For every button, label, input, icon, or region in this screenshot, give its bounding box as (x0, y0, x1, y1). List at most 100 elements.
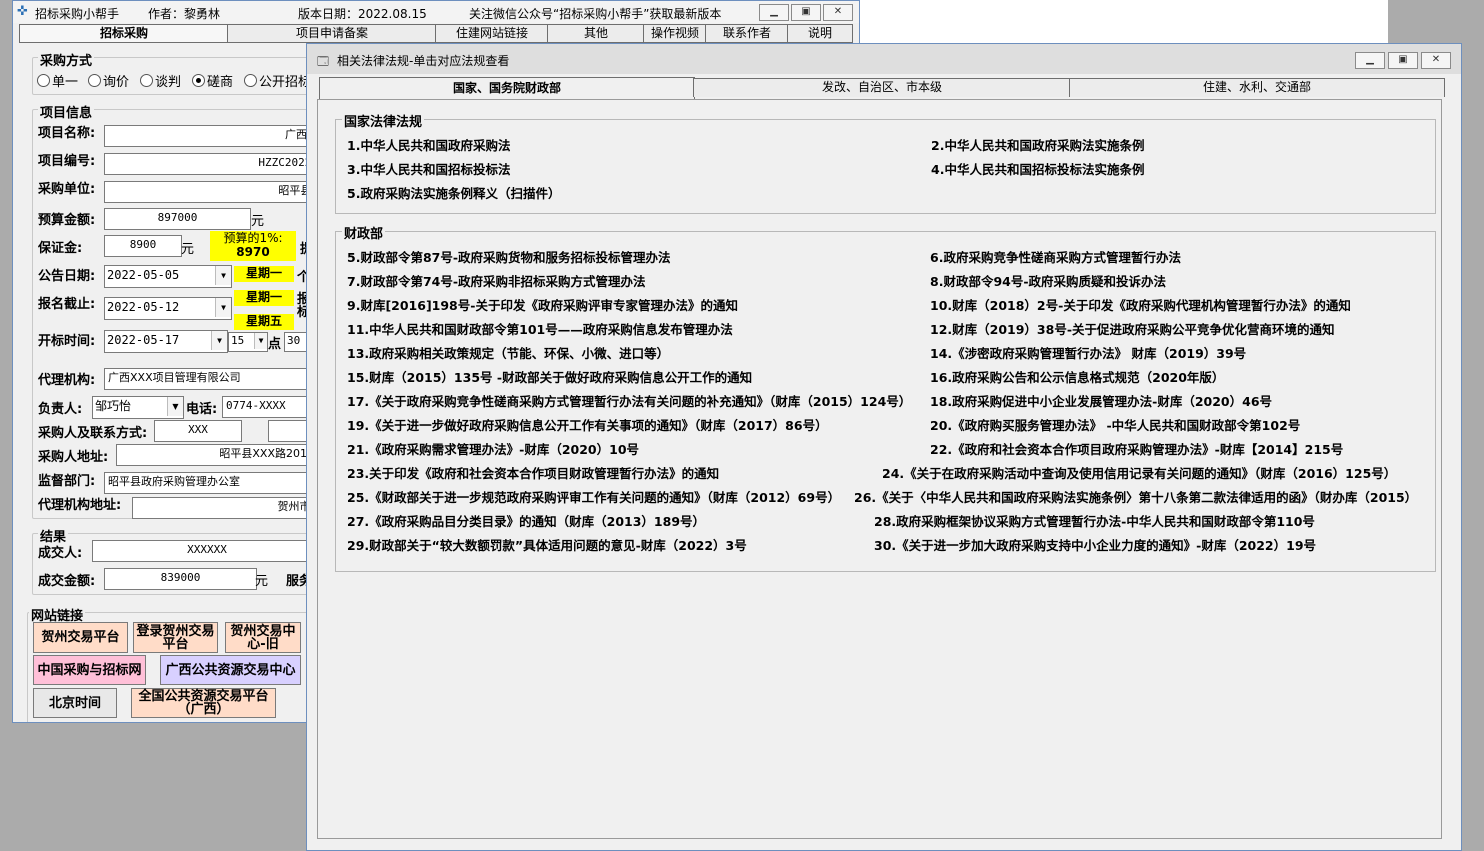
minimize-button[interactable]: ▁ (759, 4, 789, 21)
deposit-input[interactable]: 8900 (104, 235, 182, 257)
law-minimize-button[interactable]: ▁ (1355, 52, 1385, 69)
law-close-button[interactable]: ✕ (1421, 52, 1451, 69)
link-china-procurement[interactable]: 中国采购与招标网 (33, 655, 146, 685)
law-item-finance-22[interactable]: 26.《关于〈中华人民共和国政府采购法实施条例〉第十八条第二款法律适用的函》（财… (854, 487, 1417, 506)
law-item-finance-21[interactable]: 25.《财政部关于进一步规范政府采购评审工作有关问题的通知》（财库（2012）6… (347, 487, 840, 506)
signup-deadline-label: 报名截止: (38, 297, 96, 312)
radio-single[interactable] (37, 74, 50, 87)
law-item-finance-4[interactable]: 8.财政部令94号-政府采购质疑和投诉办法 (930, 271, 1166, 290)
law-item-finance-5[interactable]: 9.财库[2016]198号-关于印发《政府采购评审专家管理办法》的通知 (347, 295, 738, 314)
law-item-finance-3[interactable]: 7.财政部令第74号-政府采购非招标采购方式管理办法 (347, 271, 646, 290)
minimize-icon: ▁ (1366, 54, 1374, 65)
law-item-finance-17[interactable]: 21.《政府采购需求管理办法》-财库（2020）10号 (347, 439, 639, 458)
radio-single-label: 单一 (52, 75, 79, 90)
phone-label: 电话: (186, 402, 218, 417)
law-item-finance-19[interactable]: 23.关于印发《政府和社会资本合作项目财政管理暂行办法》的通知 (347, 463, 719, 482)
buyer-contact-input[interactable]: XXX (154, 420, 242, 442)
agency-input[interactable]: 广西XXX项目管理有限公司 (104, 368, 322, 390)
law-item-finance-26[interactable]: 30.《关于进一步加大政府采购支持中小企业力度的通知》-财库（2022）19号 (874, 535, 1316, 554)
law-tab-national[interactable]: 国家、国务院财政部 (319, 77, 695, 99)
beijing-time-button[interactable]: 北京时间 (33, 688, 117, 718)
agency-address-input[interactable]: 贺州市X (132, 497, 322, 519)
tab-video[interactable]: 操作视频 (643, 24, 707, 43)
radio-inquiry[interactable] (88, 74, 101, 87)
law-content: 国家法律法规 财政部 1.中华人民共和国政府采购法 2.中华人民共和国政府采购法实… (317, 99, 1442, 839)
open-date-value: 2022-05-17 (107, 333, 180, 347)
link-hezhou-platform[interactable]: 贺州交易平台 (33, 622, 128, 653)
law-tab-provincial[interactable]: 发改、自治区、市本级 (693, 78, 1071, 97)
law-item-finance-8[interactable]: 12.财库（2019）38号-关于促进政府采购公平竞争优化营商环境的通知 (930, 319, 1335, 338)
radio-public-tender[interactable] (244, 74, 257, 87)
winner-input[interactable]: XXXXXX (92, 540, 322, 562)
agency-label: 代理机构: (38, 373, 96, 388)
signup-deadline-picker[interactable]: 2022-05-12 ▼ (104, 297, 232, 320)
notice-date-picker[interactable]: 2022-05-05 ▼ (104, 265, 232, 288)
law-item-finance-11[interactable]: 15.财库（2015）135号 -财政部关于做好政府采购信息公开工作的通知 (347, 367, 752, 386)
law-item-finance-9[interactable]: 13.政府采购相关政策规定（节能、环保、小微、进口等） (347, 343, 669, 362)
law-item-finance-16[interactable]: 20.《政府购买服务管理办法》 -中华人民共和国财政部令第102号 (930, 415, 1300, 434)
law-item-finance-23[interactable]: 27.《政府采购品目分类目录》的通知（财库（2013）189号） (347, 511, 705, 530)
version-label: 版本日期：2022.08.15 (298, 7, 427, 21)
purchase-method-title: 采购方式 (38, 50, 95, 69)
tab-housing-links[interactable]: 住建网站链接 (435, 24, 549, 43)
link-hezhou-login[interactable]: 登录贺州交易平台 (133, 622, 218, 653)
law-item-finance-12[interactable]: 16.政府采购公告和公示信息格式规范（2020年版） (930, 367, 1224, 386)
radio-inquiry-label: 询价 (103, 75, 130, 90)
agency-address-label: 代理机构地址: (38, 498, 122, 513)
law-item-finance-15[interactable]: 19.《关于进一步做好政府采购信息公开工作有关事项的通知》（财库（2017）86… (347, 415, 828, 434)
law-item-national-2[interactable]: 2.中华人民共和国政府采购法实施条例 (931, 135, 1144, 154)
supervisor-label: 监督部门: (38, 474, 96, 489)
radio-negotiation[interactable] (140, 74, 153, 87)
project-name-input[interactable]: 广西昭 (104, 125, 322, 147)
open-date-picker[interactable]: 2022-05-17 ▼ (104, 330, 228, 353)
tab-project-filing[interactable]: 项目申请备案 (227, 24, 437, 43)
open-time-label: 开标时间: (38, 334, 96, 349)
law-item-finance-18[interactable]: 22.《政府和社会资本合作项目政府采购管理办法》-财库【2014】215号 (930, 439, 1343, 458)
purchase-unit-input[interactable]: 昭平县X (104, 181, 322, 203)
tab-other[interactable]: 其他 (547, 24, 645, 43)
author-label: 作者：黎勇林 (148, 7, 221, 21)
law-item-finance-1[interactable]: 5.财政部令第87号-政府采购货物和服务招标投标管理办法 (347, 247, 671, 266)
deposit-label: 保证金: (38, 241, 83, 256)
close-button[interactable]: ✕ (823, 4, 853, 21)
law-item-national-4[interactable]: 4.中华人民共和国招标投标法实施条例 (931, 159, 1144, 178)
close-icon: ✕ (833, 6, 843, 17)
law-item-finance-10[interactable]: 14.《涉密政府采购管理暂行办法》 财库（2019）39号 (930, 343, 1246, 362)
hour-unit: 点 (268, 337, 282, 352)
maximize-button[interactable]: ▣ (791, 4, 821, 21)
budget-input[interactable]: 897000 (104, 208, 251, 230)
link-guangxi-resource[interactable]: 广西公共资源交易中心 (160, 655, 301, 685)
link-hezhou-old[interactable]: 贺州交易中心-旧 (225, 622, 301, 653)
buyer-address-label: 采购人地址: (38, 450, 109, 465)
notice-weekday: 星期一 (234, 266, 294, 282)
open-hour-select[interactable]: 15 ▼ (228, 332, 268, 352)
law-item-national-1[interactable]: 1.中华人民共和国政府采购法 (347, 135, 510, 154)
law-item-national-3[interactable]: 3.中华人民共和国招标投标法 (347, 159, 510, 178)
law-item-finance-2[interactable]: 6.政府采购竞争性磋商采购方式管理暂行办法 (930, 247, 1181, 266)
project-code-label: 项目编号: (38, 154, 96, 169)
law-item-finance-25[interactable]: 29.财政部关于“较大数额罚款”具体适用问题的意见-财库（2022）3号 (347, 535, 747, 554)
law-tab-construction[interactable]: 住建、水利、交通部 (1069, 78, 1445, 97)
deal-amount-input[interactable]: 839000 (104, 568, 257, 590)
law-item-finance-24[interactable]: 28.政府采购框架协议采购方式管理暂行办法-中华人民共和国财政部令第110号 (874, 511, 1315, 530)
law-item-finance-13[interactable]: 17.《关于政府采购竞争性磋商采购方式管理暂行办法有关问题的补充通知》（财库（2… (347, 391, 911, 410)
project-code-input[interactable]: HZZC2022- (104, 153, 322, 175)
link-national-resource[interactable]: 全国公共资源交易平台（广西） (131, 688, 276, 718)
radio-consultation[interactable] (192, 74, 205, 87)
chevron-down-icon: ▼ (254, 333, 267, 349)
law-item-finance-7[interactable]: 11.中华人民共和国财政部令第101号——政府采购信息发布管理办法 (347, 319, 733, 338)
law-item-finance-20[interactable]: 24.《关于在政府采购活动中查询及使用信用记录有关问题的通知》（财库（2016）… (882, 463, 1396, 482)
chevron-down-icon: ▼ (215, 266, 231, 285)
supervisor-input[interactable]: 昭平县政府采购管理办公室 (104, 472, 322, 494)
law-maximize-button[interactable]: ▣ (1388, 52, 1418, 69)
leader-select[interactable]: 邹巧怡 ▼ (92, 396, 184, 419)
buyer-address-input[interactable]: 昭平县XXX路201号 (116, 444, 322, 466)
tab-help[interactable]: 说明 (787, 24, 853, 43)
law-item-national-5[interactable]: 5.政府采购法实施条例释义（扫描件） (347, 183, 560, 202)
law-item-finance-14[interactable]: 18.政府采购促进中小企业发展管理办法-财库（2020）46号 (930, 391, 1272, 410)
purchase-unit-label: 采购单位: (38, 182, 96, 197)
notice-date-label: 公告日期: (38, 269, 96, 284)
tab-contact[interactable]: 联系作者 (705, 24, 789, 43)
tab-bidding[interactable]: 招标采购 (19, 24, 229, 43)
law-item-finance-6[interactable]: 10.财库（2018）2号-关于印发《政府采购代理机构管理暂行办法》的通知 (930, 295, 1351, 314)
